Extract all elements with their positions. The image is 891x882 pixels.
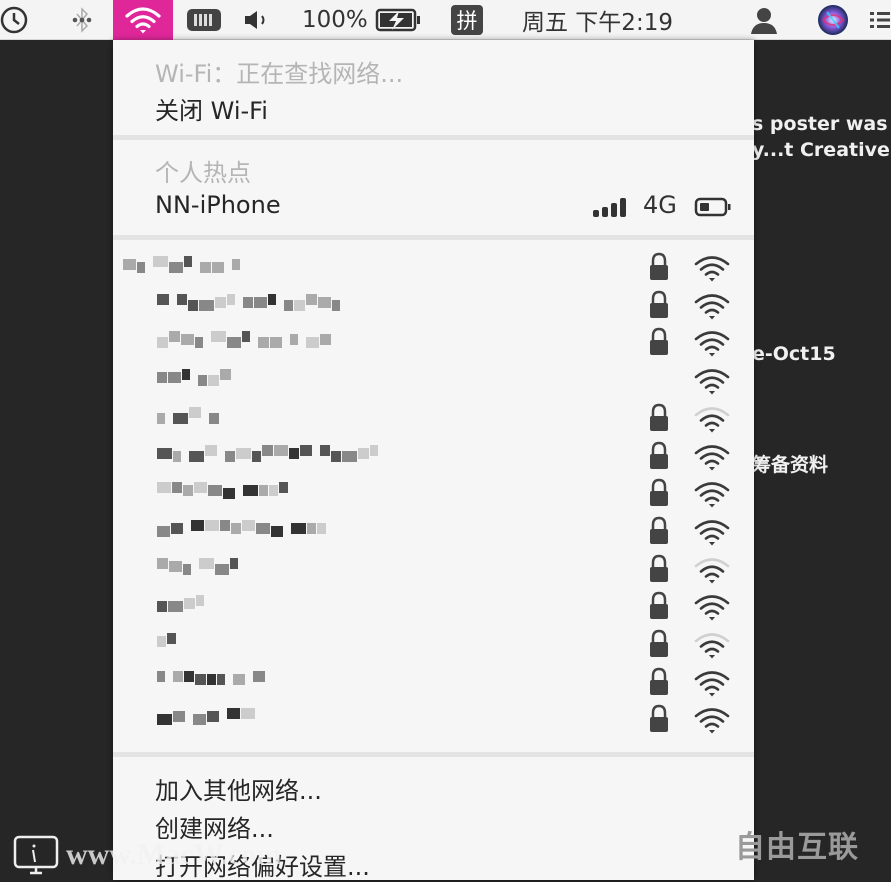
menu-separator <box>113 235 754 240</box>
wifi-network-item[interactable] <box>113 286 754 324</box>
wifi-signal-icon <box>693 479 731 514</box>
network-name-redacted <box>157 331 332 353</box>
wifi-network-item[interactable] <box>113 248 754 286</box>
user-icon[interactable] <box>747 0 781 40</box>
network-name-redacted <box>157 369 232 391</box>
network-name-redacted <box>157 482 289 504</box>
lock-icon <box>649 704 669 739</box>
lock-icon <box>649 667 669 702</box>
wifi-signal-icon <box>693 668 731 703</box>
wifi-network-item[interactable] <box>113 323 754 361</box>
network-name-redacted <box>157 670 273 693</box>
background-text: s poster was <box>752 113 888 135</box>
siri-icon[interactable] <box>815 0 851 40</box>
wifi-signal-icon <box>693 592 731 627</box>
battery-percent[interactable]: 100% <box>302 0 372 40</box>
lock-icon <box>649 290 669 325</box>
input-method-indicator[interactable]: 拼 <box>450 0 484 40</box>
wifi-status-label: Wi-Fi：正在查找网络... <box>155 60 404 88</box>
network-name-redacted <box>157 519 327 542</box>
wifi-signal-icon <box>693 291 731 326</box>
macw-watermark: www.MacW.com <box>12 834 282 876</box>
volume-icon[interactable] <box>240 0 272 40</box>
lock-icon <box>649 516 669 551</box>
wifi-network-item[interactable] <box>113 663 754 701</box>
wifi-signal-icon <box>693 442 731 477</box>
hotspot-header: 个人热点 <box>155 159 251 187</box>
network-name-redacted <box>157 293 348 316</box>
input-method-label: 拼 <box>451 5 483 35</box>
wifi-network-item[interactable] <box>113 361 754 399</box>
watermark-text: www.MacW.com <box>66 838 282 871</box>
ziyou-watermark: 自由互联 <box>735 830 859 865</box>
hotspot-item[interactable]: NN-iPhone 4G <box>113 186 754 226</box>
wifi-signal-icon <box>693 328 731 363</box>
clock[interactable]: 周五 下午2:19 <box>522 0 702 40</box>
notification-center-icon[interactable] <box>866 0 891 40</box>
wifi-dropdown-menu: Wi-Fi：正在查找网络... 关闭 Wi-Fi 个人热点 NN-iPhone … <box>113 40 754 881</box>
network-name-redacted <box>157 444 386 467</box>
lock-icon <box>649 252 669 287</box>
lock-icon <box>649 591 669 626</box>
wifi-signal-icon <box>693 705 731 740</box>
network-type-label: 4G <box>643 191 677 219</box>
wifi-network-item[interactable] <box>113 437 754 475</box>
monitor-logo-icon <box>13 835 59 875</box>
wifi-network-item[interactable] <box>113 512 754 550</box>
menu-separator <box>113 752 754 757</box>
wifi-network-item[interactable] <box>113 587 754 625</box>
network-name-redacted <box>157 557 246 580</box>
bluetooth-icon[interactable] <box>66 0 98 40</box>
lock-icon <box>649 554 669 589</box>
lock-icon <box>649 629 669 664</box>
wifi-network-item[interactable] <box>113 399 754 437</box>
wifi-signal-icon <box>693 555 731 590</box>
turn-off-wifi-item[interactable]: 关闭 Wi-Fi <box>155 91 268 126</box>
wifi-signal-icon <box>693 517 731 552</box>
time-machine-icon[interactable] <box>0 0 34 40</box>
cellular-signal-icon <box>593 196 631 223</box>
hotspot-name: NN-iPhone <box>155 191 281 219</box>
lock-icon <box>649 478 669 513</box>
network-name-redacted <box>157 708 256 730</box>
wifi-signal-icon <box>693 253 731 288</box>
network-name-redacted <box>157 406 220 429</box>
lock-icon <box>649 403 669 438</box>
menu-separator <box>113 135 754 140</box>
hotspot-battery-icon <box>694 196 732 223</box>
network-name-redacted <box>123 256 248 278</box>
wifi-network-item[interactable] <box>113 550 754 588</box>
wifi-signal-icon <box>693 366 731 401</box>
join-other-network-item[interactable]: 加入其他网络... <box>155 771 322 806</box>
background-text: y...t Creative.n <box>752 139 891 161</box>
wifi-network-item[interactable] <box>113 474 754 512</box>
network-name-redacted <box>157 633 177 655</box>
wifi-network-item[interactable] <box>113 700 754 738</box>
wifi-signal-icon <box>693 630 731 665</box>
menu-bar: 100% 拼 周五 下午2:19 <box>0 0 891 40</box>
wifi-network-item[interactable] <box>113 625 754 663</box>
background-text: e-Oct15 <box>752 343 836 365</box>
lock-icon <box>649 441 669 476</box>
wifi-signal-icon <box>693 404 731 439</box>
wifi-menu-icon[interactable] <box>113 0 173 40</box>
battery-widget-icon[interactable] <box>184 0 224 40</box>
network-name-redacted <box>157 595 212 617</box>
background-text: 筹备资料 <box>752 454 829 476</box>
lock-icon <box>649 327 669 362</box>
battery-charging-icon[interactable] <box>374 0 422 40</box>
